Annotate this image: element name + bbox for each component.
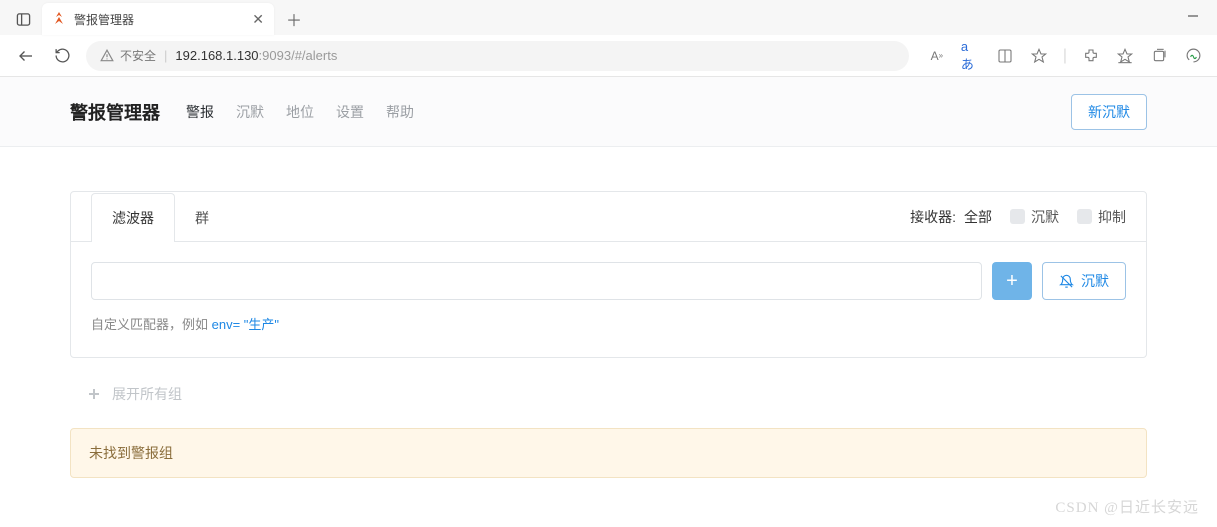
performance-icon[interactable]: [1183, 46, 1203, 66]
window-minimize-icon[interactable]: [1187, 9, 1199, 27]
silence-button[interactable]: 沉默: [1042, 262, 1126, 300]
collections-icon[interactable]: [1149, 46, 1169, 66]
app-navbar: 警报管理器 警报 沉默 地位 设置 帮助 新沉默: [0, 77, 1217, 147]
nav-links: 警报 沉默 地位 设置 帮助: [186, 102, 414, 122]
favicon-icon: [52, 12, 66, 26]
tab-group[interactable]: 群: [175, 194, 229, 242]
nav-status[interactable]: 地位: [286, 102, 314, 122]
watermark: CSDN @日近长安远: [1055, 496, 1199, 517]
receiver-value[interactable]: 全部: [964, 207, 992, 227]
matcher-input[interactable]: [91, 262, 982, 300]
expand-all-button[interactable]: 展开所有组: [70, 380, 1147, 408]
back-button[interactable]: [14, 44, 38, 68]
filter-card: 滤波器 群 接收器: 全部 沉默 抑制 + 沉默 自定义匹配器，例如 env= …: [70, 191, 1147, 358]
plus-icon: [88, 388, 100, 400]
favorites-list-icon[interactable]: [1115, 46, 1135, 66]
tab-panel-icon[interactable]: [12, 8, 34, 30]
extensions-icon[interactable]: [1081, 46, 1101, 66]
tab-filter[interactable]: 滤波器: [91, 193, 175, 242]
translate-icon[interactable]: aあ: [961, 46, 981, 66]
no-groups-warning: 未找到警报组: [70, 428, 1147, 478]
browser-tab-active[interactable]: 警报管理器 ✕: [42, 3, 274, 35]
nav-help[interactable]: 帮助: [386, 102, 414, 122]
browser-titlebar: 警报管理器 ✕ ＋: [0, 0, 1217, 35]
favorite-icon[interactable]: [1029, 46, 1049, 66]
bell-off-icon: [1059, 274, 1074, 289]
reader-icon[interactable]: [995, 46, 1015, 66]
nav-alerts[interactable]: 警报: [186, 102, 214, 122]
tab-title: 警报管理器: [74, 11, 244, 28]
refresh-button[interactable]: [50, 44, 74, 68]
nav-settings[interactable]: 设置: [336, 102, 364, 122]
nav-silences[interactable]: 沉默: [236, 102, 264, 122]
add-matcher-button[interactable]: +: [992, 262, 1032, 300]
browser-address-bar: 不安全 | 192.168.1.130:9093/#/alerts A» aあ …: [0, 35, 1217, 77]
new-silence-button[interactable]: 新沉默: [1071, 94, 1147, 130]
checkbox-silenced[interactable]: 沉默: [1010, 207, 1059, 227]
url-path: :9093/#/alerts: [259, 48, 338, 63]
app-brand[interactable]: 警报管理器: [70, 99, 160, 125]
tab-close-icon[interactable]: ✕: [252, 11, 264, 28]
security-indicator[interactable]: 不安全: [100, 47, 156, 64]
url-host: 192.168.1.130: [175, 48, 258, 63]
checkbox-inhibited[interactable]: 抑制: [1077, 207, 1126, 227]
text-size-icon[interactable]: A»: [927, 46, 947, 66]
matcher-hint: 自定义匹配器，例如 env= "生产": [91, 314, 1126, 333]
receiver-label: 接收器:: [910, 207, 956, 227]
url-field[interactable]: 不安全 | 192.168.1.130:9093/#/alerts: [86, 41, 909, 71]
new-tab-button[interactable]: ＋: [280, 5, 308, 33]
